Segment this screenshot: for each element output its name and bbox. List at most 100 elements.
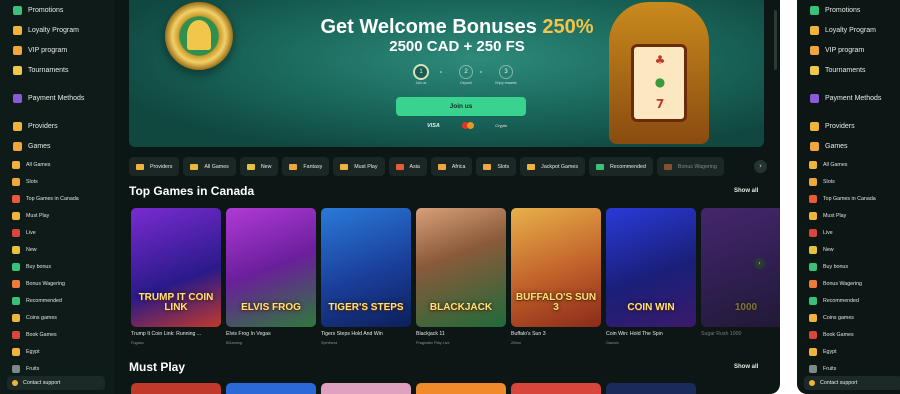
support-label: Contact support — [820, 380, 858, 386]
gift-icon — [810, 5, 819, 15]
sidebar-item-loyalty-program[interactable]: Loyalty Program — [797, 20, 900, 40]
sidebar-item-live[interactable]: Live — [797, 224, 900, 241]
sidebar-item-providers[interactable]: Providers — [0, 116, 114, 136]
sidebar-item-tournaments[interactable]: Tournaments — [797, 60, 900, 80]
providers-icon — [136, 163, 144, 170]
sidebar-item-must-play[interactable]: Must Play — [0, 207, 114, 224]
filter-chip-all-games[interactable]: All Games — [183, 157, 236, 176]
game-thumbnail[interactable]: ELVIS FROG — [226, 208, 316, 327]
game-card[interactable]: COIN WIN Coin Win: Hold The Spin Gamzix — [606, 208, 696, 345]
sidebar-item-buy-bonus[interactable]: Buy bonus — [797, 258, 900, 275]
filter-chip-bonus-wagering[interactable]: Bonus Wagering — [656, 157, 724, 176]
sidebar-item-bonus-wagering[interactable]: Bonus Wagering — [0, 275, 114, 292]
game-card[interactable]: TRUMP IT COIN LINK Trump It Coin Link: Ru… — [131, 208, 221, 345]
contact-support-button[interactable]: Contact support — [7, 376, 105, 390]
sidebar-item-label: VIP program — [28, 46, 68, 54]
sidebar-item-must-play[interactable]: Must Play — [797, 207, 900, 224]
slots-icon — [483, 163, 492, 170]
show-all-must-play-link[interactable]: Show all — [734, 364, 758, 370]
game-thumbnail[interactable] — [511, 383, 601, 394]
bonus-icon — [809, 279, 817, 288]
sidebar-item-live[interactable]: Live — [0, 224, 114, 241]
scrollbar[interactable] — [774, 10, 777, 70]
games-next-arrow-icon[interactable]: › — [754, 258, 765, 269]
sidebar-item-vip-program[interactable]: VIP program — [0, 40, 114, 60]
contact-support-button[interactable]: Contact support — [804, 376, 900, 390]
game-thumbnail[interactable] — [606, 383, 696, 394]
game-thumbnail[interactable] — [131, 383, 221, 394]
sidebar-item-label: Games — [825, 142, 848, 150]
welcome-banner[interactable]: Get Welcome Bonuses 250% 2500 CAD + 250 … — [129, 0, 764, 147]
game-logo-text: BLACKJACK — [429, 302, 493, 313]
filter-chip-fantasy[interactable]: Fantasy — [282, 157, 330, 176]
sidebar-item-coins-games[interactable]: Coins games — [0, 309, 114, 326]
sidebar-item-new[interactable]: New — [797, 241, 900, 258]
sidebar-item-all-games[interactable]: All Games — [797, 156, 900, 173]
sidebar-item-top-games-in-canada[interactable]: Top Games in Canada — [797, 190, 900, 207]
sidebar-item-games[interactable]: Games — [0, 136, 114, 156]
sidebar-item-fruits[interactable]: Fruits — [797, 360, 900, 377]
sidebar-item-label: Payment Methods — [28, 94, 85, 102]
sidebar-item-games[interactable]: Games — [797, 136, 900, 156]
filter-chip-providers[interactable]: Providers — [129, 157, 180, 176]
sidebar-item-providers[interactable]: Providers — [797, 116, 900, 136]
sidebar-item-promotions[interactable]: Promotions — [797, 0, 900, 20]
filters-next-arrow-icon[interactable]: › — [754, 160, 767, 173]
filter-chip-must-play[interactable]: Must Play — [333, 157, 385, 176]
game-provider: BGaming — [226, 341, 242, 345]
sidebar-item-recommended[interactable]: Recommended — [0, 292, 114, 309]
sidebar-item-slots[interactable]: Slots — [797, 173, 900, 190]
diamond-icon — [13, 45, 22, 55]
sidebar-item-bonus-wagering[interactable]: Bonus Wagering — [797, 275, 900, 292]
game-thumbnail[interactable] — [226, 383, 316, 394]
game-title: Elvis Frog In Vegas — [226, 331, 271, 337]
step-label: Join us — [415, 81, 427, 85]
sidebar-item-book-games[interactable]: Book Games — [0, 326, 114, 343]
sidebar-item-recommended[interactable]: Recommended — [797, 292, 900, 309]
game-thumbnail[interactable]: TRUMP IT COIN LINK — [131, 208, 221, 327]
sidebar-item-book-games[interactable]: Book Games — [797, 326, 900, 343]
sidebar-item-coins-games[interactable]: Coins games — [797, 309, 900, 326]
filter-chip-slots[interactable]: Slots — [476, 157, 517, 176]
game-thumbnail[interactable] — [321, 383, 411, 394]
sidebar-item-egypt[interactable]: Egypt — [0, 343, 114, 360]
sidebar-item-buy-bonus[interactable]: Buy bonus — [0, 258, 114, 275]
game-thumbnail[interactable]: BUFFALO'S SUN 3 — [511, 208, 601, 327]
game-card[interactable]: TIGER'S STEPS Tigers Steps Hold And Win Sp… — [321, 208, 411, 345]
sidebar-item-slots[interactable]: Slots — [0, 173, 114, 190]
sidebar-item-top-games-in-canada[interactable]: Top Games in Canada — [0, 190, 114, 207]
sidebar-item-vip-program[interactable]: VIP program — [797, 40, 900, 60]
main-content: Get Welcome Bonuses 250% 2500 CAD + 250 … — [114, 0, 780, 394]
filter-chip-africa[interactable]: Africa — [430, 157, 473, 176]
show-all-top-games-link[interactable]: Show all — [734, 188, 758, 194]
game-thumbnail[interactable]: 1000 — [701, 208, 780, 327]
sidebar-item-payment-methods[interactable]: Payment Methods — [0, 88, 114, 108]
category-filter-bar: Providers All Games New Fantasy Must Play Asi… — [129, 157, 769, 176]
bonus-icon — [12, 279, 20, 288]
star-icon — [809, 211, 817, 220]
coin-icon — [165, 2, 233, 70]
sidebar-item-payment-methods[interactable]: Payment Methods — [797, 88, 900, 108]
sidebar-item-fruits[interactable]: Fruits — [0, 360, 114, 377]
game-thumbnail[interactable]: COIN WIN — [606, 208, 696, 327]
sidebar-item-all-games[interactable]: All Games — [0, 156, 114, 173]
game-thumbnail[interactable]: TIGER'S STEPS — [321, 208, 411, 327]
step-1: 1 Join us — [411, 65, 431, 85]
filter-chip-recommended[interactable]: Recommended — [588, 157, 653, 176]
filter-chip-jackpot-games[interactable]: Jackpot Games — [520, 157, 585, 176]
game-card[interactable]: ELVIS FROG Elvis Frog In Vegas BGaming — [226, 208, 316, 345]
sidebar-item-egypt[interactable]: Egypt — [797, 343, 900, 360]
join-us-button[interactable]: Join us — [396, 97, 526, 116]
filter-chip-new[interactable]: New — [239, 157, 279, 176]
filter-chip-asia[interactable]: Asia — [388, 157, 427, 176]
sidebar-item-new[interactable]: New — [0, 241, 114, 258]
game-card[interactable]: 1000 Sugar Rush 1000 — [701, 208, 780, 341]
game-card[interactable]: BUFFALO'S SUN 3 Buffalo's Sun 3 Zillion — [511, 208, 601, 345]
game-card[interactable]: BLACKJACK Blackjack 11 Pragmatic Play Live — [416, 208, 506, 345]
sidebar-item-tournaments[interactable]: Tournaments — [0, 60, 114, 80]
game-provider: Pragmatic Play Live — [416, 341, 450, 345]
sidebar-item-promotions[interactable]: Promotions — [0, 0, 114, 20]
game-thumbnail[interactable] — [416, 383, 506, 394]
game-thumbnail[interactable]: BLACKJACK — [416, 208, 506, 327]
sidebar-item-loyalty-program[interactable]: Loyalty Program — [0, 20, 114, 40]
